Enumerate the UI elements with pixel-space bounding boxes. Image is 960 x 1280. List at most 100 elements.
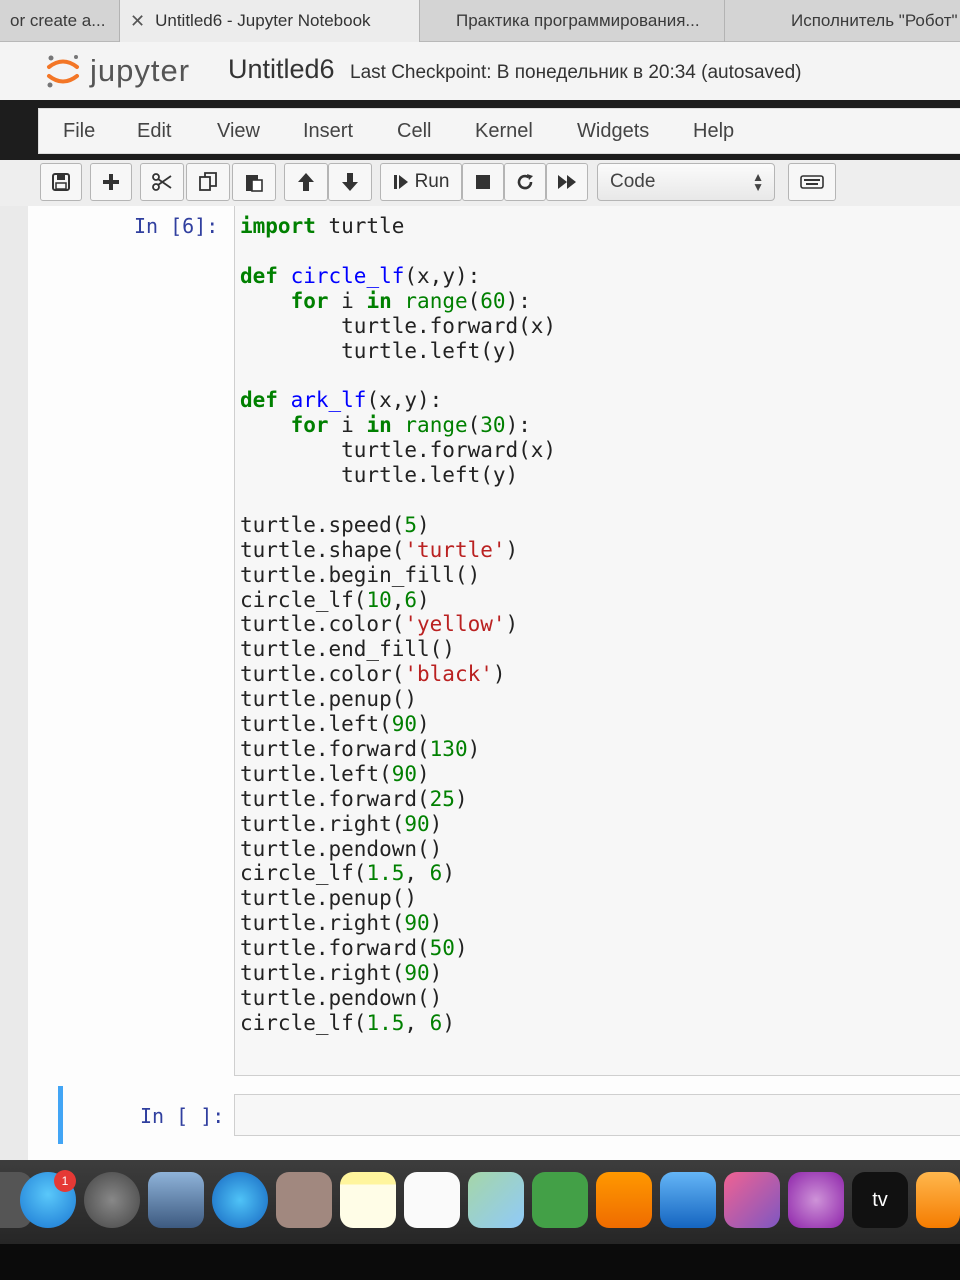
maps-icon[interactable] [468, 1172, 524, 1228]
code-line: turtle.forward(x) [240, 313, 557, 338]
notebook-header: jupyter Untitled6 Last Checkpoint: В пон… [0, 42, 960, 100]
paste-button[interactable] [232, 163, 276, 201]
tv-label: tv [872, 1188, 888, 1211]
move-down-button[interactable] [328, 163, 372, 201]
code-line: turtle.forward(x) [240, 438, 557, 463]
contacts-icon[interactable] [276, 1172, 332, 1228]
code-line: def circle_lf(x,y): [240, 263, 481, 288]
keyboard-icon [800, 175, 824, 189]
code-line: turtle.left(90) [240, 712, 430, 736]
insert-cell-button[interactable] [90, 163, 132, 201]
code-line: import turtle [240, 214, 405, 238]
podcasts-icon[interactable] [788, 1172, 844, 1228]
move-up-button[interactable] [284, 163, 328, 201]
menu-help[interactable]: Help [693, 120, 734, 143]
safari-icon[interactable] [212, 1172, 268, 1228]
copy-icon [199, 172, 217, 191]
tab-label: Исполнитель "Робот" [791, 11, 958, 30]
code-line: def ark_lf(x,y): [240, 388, 443, 413]
tab-robot-executor[interactable]: Исполнитель "Робот" [725, 0, 960, 42]
code-line: turtle.forward(50) [240, 936, 468, 961]
run-button[interactable]: Run [380, 163, 462, 201]
cell-type-select[interactable]: Code ▲ ▼ [597, 163, 775, 201]
command-palette-button[interactable] [788, 163, 836, 201]
paste-icon [246, 175, 263, 192]
menu-widgets[interactable]: Widgets [577, 120, 649, 143]
code-line: turtle.speed(5) [240, 512, 430, 537]
reminders-icon[interactable] [404, 1172, 460, 1228]
stop-icon [476, 175, 490, 189]
books-icon[interactable] [916, 1172, 960, 1228]
fast-forward-icon [558, 175, 576, 189]
code-line: for i in range(30): [290, 413, 531, 438]
code-line: turtle.color('black') [240, 662, 506, 687]
close-icon[interactable]: ✕ [130, 11, 145, 32]
code-line: turtle.color('yellow') [240, 612, 519, 637]
arrow-up-icon [298, 173, 314, 191]
arrow-down-icon [342, 173, 358, 191]
menu-insert[interactable]: Insert [303, 120, 353, 143]
logo-text: jupyter [90, 53, 191, 88]
notebook-toolbar: Run Code ▲ ▼ [0, 160, 960, 206]
run-label: Run [414, 171, 450, 192]
notebook-area: In [6]: import turtle def circle_lf(x,y):… [0, 206, 960, 1160]
facetime-icon[interactable] [532, 1172, 588, 1228]
empty-code-cell-input[interactable] [234, 1094, 960, 1136]
tab-label: or create a... [10, 11, 106, 30]
browser-tab-bar: or create a... ✕ Untitled6 - Jupyter Not… [0, 0, 960, 42]
tab-programming-practice[interactable]: Практика программирования... [420, 0, 725, 42]
screen-bezel [0, 1244, 960, 1280]
menu-kernel[interactable]: Kernel [475, 120, 533, 143]
menu-file[interactable]: File [63, 120, 95, 143]
restart-icon [517, 174, 533, 190]
code-line: circle_lf(1.5, 6) [240, 1010, 455, 1035]
code-line: turtle.forward(25) [240, 786, 468, 811]
macos-dock: tv [0, 1160, 960, 1244]
plus-icon [103, 174, 119, 190]
code-line: turtle.forward(130) [240, 736, 481, 761]
keynote-icon[interactable] [660, 1172, 716, 1228]
code-line: circle_lf(10,6) [240, 587, 430, 612]
code-line: turtle.right(90) [240, 961, 443, 985]
restart-run-all-button[interactable] [546, 163, 588, 201]
music-icon[interactable] [724, 1172, 780, 1228]
tab-label: Untitled6 - Jupyter Notebook [155, 11, 371, 30]
code-line: turtle.left(90) [240, 761, 430, 786]
checkpoint-status: Last Checkpoint: В понедельник в 20:34 (… [350, 62, 802, 83]
code-line: turtle.penup() [240, 687, 418, 712]
notes-icon[interactable] [340, 1172, 396, 1228]
step-run-icon [393, 175, 408, 189]
code-line: turtle.left(y) [240, 463, 519, 487]
photo-icon[interactable] [148, 1172, 204, 1228]
save-button[interactable] [40, 163, 82, 201]
launchpad-icon[interactable] [84, 1172, 140, 1228]
messages-badge: 1 [54, 1170, 76, 1192]
code-line: turtle.end_fill() [240, 637, 455, 662]
cut-button[interactable] [140, 163, 184, 201]
menu-edit[interactable]: Edit [137, 120, 171, 143]
notebook-title[interactable]: Untitled6 [228, 54, 335, 85]
save-icon [52, 173, 70, 191]
interrupt-button[interactable] [462, 163, 504, 201]
menu-cell[interactable]: Cell [397, 120, 431, 143]
menu-bar: File Edit View Insert Cell Kernel Widget… [38, 108, 960, 154]
pages-icon[interactable] [596, 1172, 652, 1228]
jupyter-logo[interactable]: jupyter [46, 52, 190, 90]
code-line: turtle.pendown() [240, 985, 443, 1010]
apple-tv-icon[interactable]: tv [852, 1172, 908, 1228]
cell-prompt: In [6]: [134, 214, 219, 238]
restart-button[interactable] [504, 163, 546, 201]
tab-jupyter-notebook[interactable]: ✕ Untitled6 - Jupyter Notebook [120, 0, 420, 42]
code-line: turtle.right(90) [240, 911, 443, 936]
tab-label: Практика программирования... [456, 11, 700, 30]
jupyter-logo-icon [46, 52, 80, 90]
menu-view[interactable]: View [217, 120, 260, 143]
cell-prompt-empty: In [ ]: [140, 1104, 225, 1128]
tab-create[interactable]: or create a... [0, 0, 120, 42]
code-line: turtle.left(y) [240, 338, 519, 363]
code-line: turtle.right(90) [240, 811, 443, 836]
copy-button[interactable] [186, 163, 230, 201]
cell-type-value: Code [610, 171, 656, 192]
code-line: turtle.pendown() [240, 836, 443, 861]
code-line: for i in range(60): [290, 288, 531, 313]
